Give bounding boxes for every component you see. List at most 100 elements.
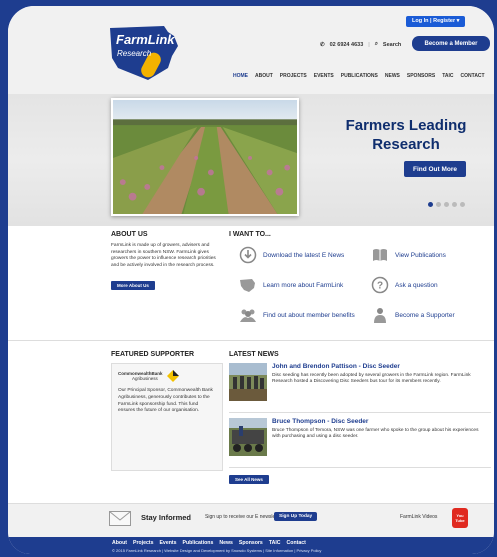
logo-text-farmlink: FarmLink (116, 32, 175, 47)
footer-link-sponsors[interactable]: Sponsors (239, 540, 263, 546)
featured-supporter-card[interactable]: CommonwealthBank Agribusiness Our Princi… (111, 363, 223, 471)
nav-projects[interactable]: PROJECTS (280, 73, 307, 79)
iwant-download-enews[interactable]: Download the latest E News (239, 246, 344, 264)
featured-text: Our Principal Sponsor, Commonwealth Bank… (118, 388, 213, 414)
hero-photo-crop-field (111, 98, 299, 216)
hero-banner: Farmers Leading Research Find Out More (8, 94, 494, 226)
see-all-news-button[interactable]: See All News (229, 475, 269, 484)
footer-link-contact[interactable]: Contact (287, 540, 306, 546)
envelope-icon (109, 511, 131, 526)
youtube-icon-bottom: Tube (455, 518, 465, 523)
sign-up-today-button[interactable]: Sign Up Today (274, 512, 318, 521)
iwant-grid: Download the latest E News View Publicat… (229, 246, 489, 338)
login-link[interactable]: Log In (412, 18, 429, 24)
news-item[interactable]: Bruce Thompson - Disc Seeder Bruce Thomp… (229, 418, 491, 468)
stay-informed-bar: Stay Informed Sign up to receive our E n… (8, 503, 494, 537)
cba-logo: CommonwealthBank Agribusiness (118, 370, 216, 382)
nav-events[interactable]: EVENTS (314, 73, 334, 79)
svg-text:?: ? (377, 281, 383, 292)
iwant-label: Ask a question (395, 281, 438, 289)
site-header: FarmLink Research Log In | Register ▾ ✆ … (8, 6, 494, 94)
about-title: ABOUT US (111, 231, 148, 238)
members-icon (240, 309, 256, 322)
footer-link-projects[interactable]: Projects (133, 540, 153, 546)
iwant-ask-question[interactable]: ? Ask a question (371, 276, 438, 294)
map-icon (240, 279, 255, 292)
iwant-label: Learn more about FarmLink (263, 281, 344, 289)
slide-dot-2[interactable] (436, 202, 441, 207)
footer-link-taic[interactable]: TAIC (269, 540, 281, 546)
copyright-text: © 2015 FarmLink Research | Website Desig… (112, 548, 322, 553)
footer-nav: About Projects Events Publications News … (112, 540, 306, 546)
iwant-member-benefits[interactable]: Find out about member benefits (239, 306, 355, 324)
more-about-us-button[interactable]: More About Us (111, 281, 155, 290)
logo-text-research: Research (117, 49, 152, 58)
publications-icon (373, 249, 387, 261)
footer-link-events[interactable]: Events (159, 540, 176, 546)
page-frame: FarmLink Research Log In | Register ▾ ✆ … (8, 6, 494, 554)
chevron-down-icon[interactable]: ▾ (457, 18, 460, 24)
news-thumbnail-group-photo[interactable] (229, 363, 267, 401)
farmlink-logo[interactable]: FarmLink Research (108, 22, 182, 84)
account-links: Log In | Register ▾ (406, 16, 466, 27)
latest-news-section: LATEST NEWS John and Brendon Pattison - … (229, 351, 491, 486)
phone-number: 02 6924 4633 (329, 41, 364, 48)
question-icon: ? (371, 276, 389, 294)
supporter-icon (374, 308, 386, 323)
news-title: LATEST NEWS (229, 351, 279, 358)
news-summary: Bruce Thompson of Temora, NSW was one fa… (272, 428, 479, 440)
farmlink-videos-label[interactable]: FarmLink Videos (400, 514, 437, 520)
featured-supporter-section: FEATURED SUPPORTER CommonwealthBank Agri… (111, 351, 223, 471)
register-link[interactable]: Register (433, 18, 455, 24)
footer-link-about[interactable]: About (112, 540, 127, 546)
slider-dots (428, 202, 465, 207)
iwant-label: Become a Supporter (395, 311, 455, 319)
i-want-to-section: I WANT TO... Download the latest E News … (229, 231, 489, 338)
footer-link-news[interactable]: News (219, 540, 233, 546)
nav-home[interactable]: HOME (233, 73, 248, 79)
search-icon[interactable]: ⌕ (375, 41, 378, 48)
find-out-more-button[interactable]: Find Out More (404, 161, 466, 177)
iwant-become-supporter[interactable]: Become a Supporter (371, 306, 455, 324)
hero-title-line2: Research (372, 136, 440, 153)
youtube-icon[interactable]: You Tube (452, 508, 468, 528)
iwant-title: I WANT TO... (229, 231, 271, 238)
nav-news[interactable]: NEWS (385, 73, 400, 79)
hero-title: Farmers Leading Research (328, 116, 484, 154)
site-footer: About Projects Events Publications News … (8, 537, 494, 554)
iwant-label: Find out about member benefits (263, 311, 355, 319)
about-text: FarmLink is made up of growers, advisers… (111, 243, 216, 268)
stay-informed-text: Sign up to receive our E newsletter (205, 514, 283, 520)
stay-informed-title: Stay Informed (141, 513, 192, 522)
featured-title: FEATURED SUPPORTER (111, 351, 195, 358)
news-thumbnail-seeder-photo[interactable] (229, 418, 267, 456)
iwant-label: Download the latest E News (263, 251, 345, 259)
news-headline[interactable]: John and Brendon Pattison - Disc Seeder (272, 363, 400, 370)
cba-diamond-icon (166, 370, 179, 382)
iwant-view-publications[interactable]: View Publications (371, 246, 446, 264)
nav-publications[interactable]: PUBLICATIONS (341, 73, 378, 79)
slide-dot-3[interactable] (444, 202, 449, 207)
slide-dot-5[interactable] (460, 202, 465, 207)
nav-about[interactable]: ABOUT (255, 73, 273, 79)
nav-contact[interactable]: CONTACT (461, 73, 485, 79)
footer-link-publications[interactable]: Publications (182, 540, 213, 546)
search-link[interactable]: Search (383, 42, 401, 48)
become-member-button[interactable]: Become a Member (412, 36, 490, 51)
nav-taic[interactable]: TAIC (442, 73, 453, 79)
download-icon (239, 246, 257, 264)
about-us-section: ABOUT US FarmLink is made up of growers,… (111, 231, 221, 292)
iwant-learn-farmlink[interactable]: Learn more about FarmLink (239, 276, 343, 294)
hero-title-line1: Farmers Leading (345, 117, 467, 134)
cba-logo-sub: Agribusiness (132, 376, 158, 381)
news-item[interactable]: John and Brendon Pattison - Disc Seeder … (229, 363, 491, 413)
main-nav: HOME ABOUT PROJECTS EVENTS PUBLICATIONS … (233, 73, 485, 79)
news-headline[interactable]: Bruce Thompson - Disc Seeder (272, 418, 368, 425)
news-summary: Disc seeding has recently been adopted b… (272, 373, 471, 385)
slide-dot-4[interactable] (452, 202, 457, 207)
slide-dot-1[interactable] (428, 202, 433, 207)
nav-sponsors[interactable]: SPONSORS (407, 73, 435, 79)
section-divider (8, 340, 494, 341)
iwant-label: View Publications (395, 251, 446, 259)
contact-bar: ✆ 02 6924 4633 | ⌕ Search (320, 41, 402, 48)
